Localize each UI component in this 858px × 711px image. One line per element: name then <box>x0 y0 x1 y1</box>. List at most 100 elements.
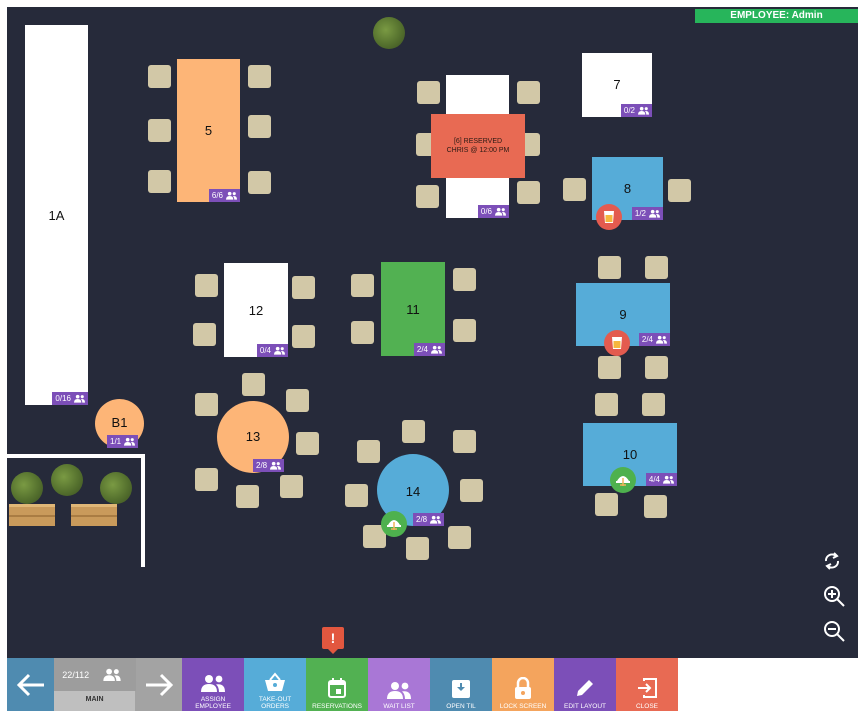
dish-icon <box>616 476 630 486</box>
chair <box>148 65 171 88</box>
section-indicator: 22/112 MAIN <box>54 658 137 711</box>
reservations-button[interactable]: RESERVATIONS <box>306 658 369 711</box>
chair <box>292 276 315 299</box>
chair <box>248 115 271 138</box>
chair <box>406 537 429 560</box>
chair <box>416 185 439 208</box>
table-number: 9 <box>619 307 627 322</box>
exit-icon <box>637 678 657 698</box>
chair <box>357 440 380 463</box>
occupancy-count: 4/4 <box>648 475 660 484</box>
zoom-out-button[interactable] <box>821 618 847 644</box>
alert-mark: ! <box>330 630 336 646</box>
table-number: 13 <box>245 429 261 444</box>
open-til-button[interactable]: OPEN TIL <box>430 658 493 711</box>
chair <box>280 475 303 498</box>
button-label: OPEN TIL <box>446 703 476 710</box>
chair <box>345 484 368 507</box>
chair <box>517 181 540 204</box>
chair <box>448 526 471 549</box>
food-order-indicator[interactable] <box>610 467 636 493</box>
table-5[interactable]: 5 6/6 <box>177 59 240 202</box>
chair <box>286 389 309 412</box>
chair <box>453 319 476 342</box>
occupancy-count: 6/6 <box>211 191 223 200</box>
occupancy-badge: 6/6 <box>208 189 240 202</box>
people-icon <box>103 668 121 681</box>
button-label: WAIT LIST <box>383 703 415 710</box>
drink-order-indicator[interactable] <box>596 204 622 230</box>
chair <box>195 468 218 491</box>
chair <box>645 356 668 379</box>
button-label: LOCK SCREEN <box>499 703 547 710</box>
reservation-alert-icon[interactable]: ! <box>322 627 344 654</box>
previous-section-button[interactable] <box>7 658 55 711</box>
chair <box>668 179 691 202</box>
table-b1[interactable]: B1 1/1 <box>95 399 144 448</box>
employee-badge: EMPLOYEE: Admin <box>695 9 858 23</box>
chair <box>248 65 271 88</box>
occupancy-count: 2/4 <box>641 335 653 344</box>
button-label: EDIT LAYOUT <box>563 703 607 710</box>
chair <box>296 432 319 455</box>
table-12[interactable]: 12 0/4 <box>224 263 288 357</box>
table-number: 5 <box>204 123 213 138</box>
reservation-banner[interactable]: [6] RESERVED CHRIS @ 12:00 PM <box>431 114 525 178</box>
occupancy-badge: 4/4 <box>645 473 677 486</box>
chair <box>248 171 271 194</box>
table-7[interactable]: 7 0/2 <box>582 53 652 117</box>
close-button[interactable]: CLOSE <box>616 658 678 711</box>
occupancy-badge: 0/2 <box>620 104 652 117</box>
occupancy-count: 0/4 <box>259 346 271 355</box>
plant-decoration <box>11 472 43 504</box>
chair <box>195 274 218 297</box>
chair <box>517 81 540 104</box>
zoom-in-button[interactable] <box>821 583 847 609</box>
calendar-icon <box>328 678 347 698</box>
people-icon <box>226 191 237 200</box>
drink-icon <box>604 211 614 223</box>
dish-icon <box>387 520 401 530</box>
chair <box>642 393 665 416</box>
chair <box>417 81 440 104</box>
occupancy-badge: 0/6 <box>477 205 509 218</box>
reservation-line-2: CHRIS @ 12:00 PM <box>446 147 510 154</box>
table-13[interactable]: 13 2/8 <box>217 401 289 473</box>
wait-list-button[interactable]: WAIT LIST <box>368 658 431 711</box>
occupancy-count: 1/2 <box>634 209 646 218</box>
edit-layout-button[interactable]: EDIT LAYOUT <box>554 658 616 711</box>
chair <box>351 274 374 297</box>
drink-order-indicator[interactable] <box>604 330 630 356</box>
table-number: B1 <box>111 415 128 430</box>
chair <box>595 493 618 516</box>
next-section-button[interactable] <box>134 658 183 711</box>
occupancy-count: 0/6 <box>480 207 492 216</box>
basket-icon <box>265 672 286 691</box>
occupancy-count: 2/8 <box>416 515 428 524</box>
button-label: ASSIGN EMPLOYEE <box>195 696 231 710</box>
plant-decoration <box>373 17 405 49</box>
table-number: 7 <box>613 77 621 92</box>
bottom-toolbar: 22/112 MAIN ASSIGN EMPLOYEE TAKE-OUT ORD… <box>7 658 678 711</box>
button-label: CLOSE <box>635 703 659 710</box>
food-order-indicator[interactable] <box>381 511 407 537</box>
table-1a[interactable]: 1A 0/16 <box>25 25 88 405</box>
take-out-orders-button[interactable]: TAKE-OUT ORDERS <box>244 658 307 711</box>
button-label: RESERVATIONS <box>312 703 362 710</box>
drink-icon <box>612 337 622 349</box>
zoom-out-icon <box>824 621 845 642</box>
arrow-right-icon <box>145 673 173 696</box>
people-icon <box>495 207 506 216</box>
table-number: 12 <box>248 303 264 318</box>
occupancy-count: 1/1 <box>110 437 122 446</box>
refresh-button[interactable] <box>819 548 845 574</box>
chair <box>598 356 621 379</box>
lock-screen-button[interactable]: LOCK SCREEN <box>492 658 555 711</box>
assign-employee-button[interactable]: ASSIGN EMPLOYEE <box>182 658 245 711</box>
chair <box>148 119 171 142</box>
chair <box>595 393 618 416</box>
occupancy-count: 2/8 <box>256 461 268 470</box>
table-11[interactable]: 11 2/4 <box>381 262 445 356</box>
people-icon <box>638 106 649 115</box>
people-icon <box>663 475 674 484</box>
